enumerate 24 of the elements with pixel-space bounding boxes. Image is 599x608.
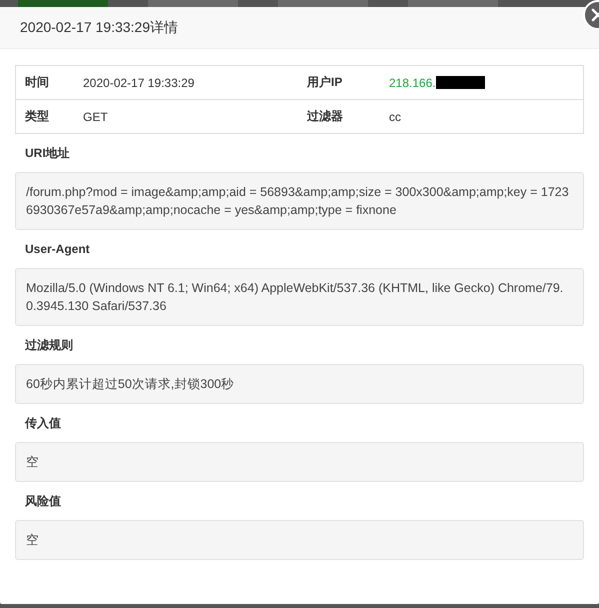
section-label: 传入值 — [24, 415, 62, 432]
ip-address: 218.166. — [389, 76, 436, 90]
field-label: 用户IP — [307, 75, 342, 89]
field-value: 2020-02-17 19:33:29 — [83, 76, 194, 90]
section-label: 过滤规则 — [24, 337, 74, 354]
value-box: 60秒内累计超过50次请求,封锁300秒 — [15, 364, 584, 404]
value-box: Mozilla/5.0 (Windows NT 6.1; Win64; x64) AppleWebKit/537.36 (KHTML, like Gecko) Chrome/79.0.3945.130 Safari/537.36 — [15, 268, 584, 326]
field-label: 过滤器 — [307, 109, 343, 123]
field-value: GET — [83, 110, 108, 124]
field-value: cc — [389, 110, 401, 124]
section-label: User-Agent — [24, 241, 91, 258]
redaction-bar — [436, 76, 485, 89]
tab[interactable] — [18, 0, 108, 7]
value-box: 空 — [15, 442, 584, 482]
value-box: 空 — [15, 520, 584, 560]
field-label: 类型 — [25, 109, 49, 123]
tab[interactable] — [408, 0, 498, 7]
section-label: 风险值 — [24, 493, 62, 510]
section-label: URI地址 — [24, 145, 71, 162]
tab[interactable] — [148, 0, 238, 7]
field-label: 时间 — [25, 75, 49, 89]
tab[interactable] — [278, 0, 368, 7]
value-box: /forum.php?mod = image&amp;amp;aid = 56893&amp;amp;size = 300x300&amp;amp;key = 17236930367e57a9&amp;amp;nocache = yes&amp;amp;type = fixnone — [15, 172, 584, 230]
dialog-title: 2020-02-17 19:33:29详情 — [20, 18, 178, 36]
